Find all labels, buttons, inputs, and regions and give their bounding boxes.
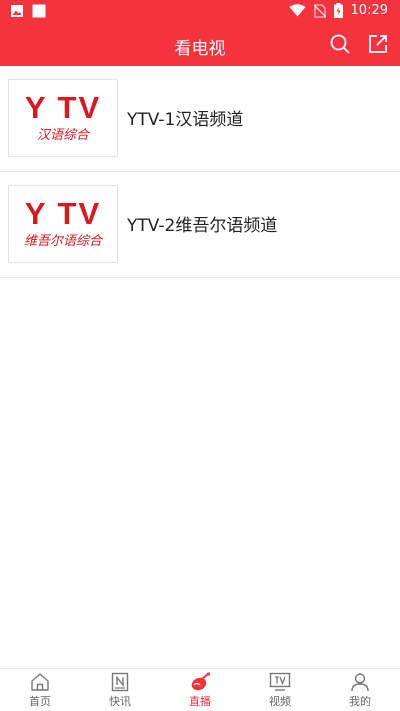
nav-live[interactable]: 直播: [160, 669, 240, 711]
nav-label: 直播: [189, 695, 211, 708]
channel-item-ytv1[interactable]: Y TV 汉语综合 YTV-1汉语频道: [0, 66, 400, 172]
image-notification-icon: [11, 5, 23, 17]
nav-profile[interactable]: 我的: [320, 669, 400, 711]
live-icon: [191, 672, 211, 691]
channel-thumbnail: Y TV 维吾尔语综合: [8, 185, 118, 263]
nav-news[interactable]: 快讯: [80, 669, 160, 711]
profile-icon: [351, 673, 369, 692]
channel-name: YTV-1汉语频道: [127, 110, 244, 130]
nav-label: 首页: [29, 695, 51, 708]
thumbnail-subtitle: 汉语综合: [36, 128, 89, 143]
status-bar: 10:29: [0, 0, 400, 24]
ytv-logo: Y TV: [24, 90, 102, 125]
ytv-logo: Y TV: [24, 196, 102, 231]
wifi-icon: [289, 4, 306, 17]
tv-icon: [269, 672, 291, 691]
square-notification-icon: [32, 4, 46, 18]
search-icon[interactable]: [330, 34, 350, 54]
no-sim-icon: [313, 3, 326, 18]
news-icon: [111, 672, 129, 692]
status-time: 10:29: [350, 3, 388, 18]
bottom-nav: 首页 快讯 直播 视频 我的: [0, 668, 400, 711]
nav-label: 快讯: [109, 695, 131, 708]
nav-label: 视频: [269, 695, 291, 708]
channel-item-ytv2[interactable]: Y TV 维吾尔语综合 YTV-2维吾尔语频道: [0, 172, 400, 278]
thumbnail-subtitle: 维吾尔语综合: [23, 234, 102, 249]
nav-video[interactable]: 视频: [240, 669, 320, 711]
share-icon[interactable]: [368, 34, 388, 54]
nav-home[interactable]: 首页: [0, 669, 80, 711]
app-bar: 看电视: [0, 24, 400, 66]
nav-label: 我的: [349, 695, 371, 708]
home-icon: [31, 673, 49, 691]
channel-list: Y TV 汉语综合 YTV-1汉语频道 Y TV 维吾尔语综合 YTV-2维吾尔…: [0, 66, 400, 278]
channel-thumbnail: Y TV 汉语综合: [8, 79, 118, 157]
battery-charging-icon: [333, 3, 343, 18]
channel-name: YTV-2维吾尔语频道: [127, 216, 278, 236]
